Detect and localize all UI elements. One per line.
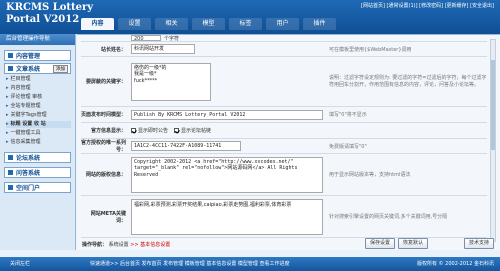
notice-checkbox-2[interactable]: 显示论坛帖链 [174, 127, 211, 134]
header-bar: KRCMS Lottery Portal V2012 [网站首页] [通常设置(… [0, 0, 500, 34]
main-tabs: 内容 设置 相关 模型 标签 用户 插件 [81, 18, 340, 30]
reset-button[interactable]: 恢复默认 [398, 238, 428, 249]
arrow-icon: ▸ [6, 112, 9, 118]
breadcrumb-separator: >> [130, 242, 139, 248]
sidebar-group-qa[interactable]: 问答系统 [4, 167, 71, 178]
square-icon [8, 155, 13, 160]
sidebar-group-label: 文章系统 [16, 66, 41, 73]
sidebar: 后台管理操作导航 内容管理 文章系统 添加 ▸ 栏目管理 ▸ 内容管理 ▸ 评论管理 审… [0, 34, 76, 250]
top-links[interactable]: [网站首页] [通常设置(1)] [修改密码] [更新缓存] [安全退出] [361, 2, 494, 9]
vertical-scrollbar[interactable] [490, 39, 496, 242]
tab-content[interactable]: 内容 [81, 18, 114, 30]
filter-hint: 说明：过滤字符设定规则为: 要过滤的字符=过滤后的字符，每个过滤字符用回车分割开… [329, 74, 487, 88]
filter-label: 要屏蔽的关键字： [85, 79, 126, 85]
sidebar-group-label: 内容管理 [16, 53, 41, 60]
sidebar-item-comments[interactable]: ▸ 评论管理 审核 [6, 94, 71, 101]
footer-input[interactable]: Publish By KRCMS Lottery Portal V2012 [131, 109, 323, 120]
sidebar-group-space[interactable]: 空间门户 [4, 182, 71, 193]
sidebar-group-label: 空间门户 [16, 185, 41, 192]
arrow-icon: ▸ [6, 94, 9, 100]
sidebar-group-article[interactable]: 文章系统 添加 [4, 63, 71, 74]
sidebar-item-collect[interactable]: ▸ 信息采集管理 [6, 139, 71, 146]
site-name-hint: 可在模板里使用{$WebMaster}调用 [329, 46, 412, 53]
copyright-hint: 用于显示网站版本等，支持html语法 [329, 172, 411, 178]
filter-textarea[interactable]: 络伤的一级*的 我是一级* fuck***** [131, 62, 211, 101]
save-button[interactable]: 保存设置 [365, 238, 395, 249]
row-footer: 页面发布时间模型： Publish By KRCMS Lottery Porta… [81, 107, 487, 123]
tab-users[interactable]: 用户 [266, 18, 299, 30]
arrow-icon: ▸ [6, 103, 9, 109]
close-left-panel-link[interactable]: 关闭左栏 [10, 257, 30, 271]
row-serial: 官方授权的唯一系列号： 1A1C2-4CC11-7422F-A1089-1174… [81, 139, 487, 154]
settings-form: 200 个字符 站长姓名： 科讯网站开发 可在模板里使用{$WebMaster}调… [77, 34, 500, 250]
tab-plugins[interactable]: 插件 [303, 18, 336, 30]
checkbox-icon [131, 128, 136, 133]
sidebar-item-tools[interactable]: ▸ 一键管理工具 [6, 130, 71, 137]
footer-hint: 填写"0"将不显示 [329, 112, 367, 118]
scrollbar-thumb[interactable] [491, 60, 495, 150]
sidebar-group-forum[interactable]: 论坛系统 [4, 152, 71, 163]
top-value-hint: 个字符 [164, 35, 180, 42]
top-value-input[interactable]: 200 [131, 35, 161, 42]
square-icon [8, 53, 13, 58]
sidebar-item-topics[interactable]: ▸ 全站专题管理 [6, 103, 71, 110]
square-icon [8, 66, 13, 71]
sidebar-group-label: 论坛系统 [16, 155, 41, 162]
row-copyright: 网站的版权信息： Copyright 2002-2012 <a href="ht… [81, 154, 487, 196]
row-top: 200 个字符 [81, 35, 487, 42]
square-icon [8, 185, 13, 190]
site-name-label: 站长姓名： [100, 46, 126, 53]
sidebar-item-site[interactable]: ▸ 标题 设置 收 站 [6, 121, 71, 128]
sidebar-item-tags[interactable]: ▸ 关键字Tags管理 [6, 112, 71, 119]
sidebar-item-content[interactable]: ▸ 内容管理 [6, 85, 71, 92]
copyright-textarea[interactable]: Copyright 2002-2012 <a href="http://www.… [131, 156, 323, 193]
notice-checkbox-1[interactable]: 显示即时公告 [131, 127, 168, 134]
footer-bar: 关闭左栏 快速通道>> 后台首页 发布首页 发布管理 模板管理 基本信息设置 模… [0, 257, 500, 271]
add-badge[interactable]: 添加 [53, 65, 68, 73]
arrow-icon: ▸ [6, 85, 9, 91]
serial-input[interactable]: 1A1C2-4CC11-7422F-A1089-11741 [131, 141, 241, 151]
serial-hint: 免费版请填写"0" [329, 143, 367, 150]
arrow-icon: ▸ [6, 139, 9, 145]
row-meta: 网站META关键词： 福彩网,彩票预测,彩票开奖结果,caipiao,彩票走势图… [81, 196, 487, 238]
tab-labels[interactable]: 标签 [229, 18, 262, 30]
footer-label: 页面发布时间模型： [81, 112, 127, 118]
tab-models[interactable]: 模型 [192, 18, 225, 30]
breadcrumb-link-system[interactable]: 系统设置 [109, 242, 129, 248]
notice-label: 官方信息显示： [90, 128, 126, 134]
operation-bar: 操作导航： 系统设置 >> 基本信息设置 保存设置 恢复默认 技术支持 [82, 238, 500, 250]
breadcrumb: 操作导航： 系统设置 >> 基本信息设置 [82, 241, 170, 248]
serial-label: 官方授权的唯一系列号： [81, 140, 127, 153]
sidebar-group-content[interactable]: 内容管理 [4, 50, 71, 61]
arrow-icon: ▸ [6, 130, 9, 136]
copyright-text: 版权所有 © 2002-2012 金石科讯 [416, 261, 494, 267]
tab-settings[interactable]: 设置 [118, 18, 151, 30]
meta-hint: 针对搜索引擎设置的网页关键词,多个关键词用,号分隔 [329, 214, 448, 220]
meta-label: 网站META关键词： [90, 210, 126, 224]
row-notice: 官方信息显示： 显示即时公告 显示论坛帖链 [81, 123, 487, 139]
breadcrumb-prefix: 操作导航： [82, 242, 108, 248]
tab-related[interactable]: 相关 [155, 18, 188, 30]
sidebar-group-label: 问答系统 [16, 170, 41, 177]
arrow-icon: ▸ [6, 76, 9, 82]
site-name-input[interactable]: 科讯网站开发 [131, 44, 195, 54]
breadcrumb-current: 基本信息设置 [140, 242, 171, 248]
quick-links[interactable]: 快速通道>> 后台首页 发布首页 发布管理 模板管理 基本信息设置 模型管理 查… [90, 257, 290, 271]
sidebar-item-columns[interactable]: ▸ 栏目管理 [6, 76, 71, 83]
arrow-icon: ▸ [6, 121, 9, 127]
support-button[interactable]: 技术支持 [464, 238, 494, 249]
checkbox-icon [174, 128, 180, 133]
square-icon [8, 170, 13, 175]
meta-textarea[interactable]: 福彩网,彩票预测,彩票开奖结果,caipiao,彩票走势图,福利彩票,体育彩票 [131, 198, 323, 235]
row-filter: 要屏蔽的关键字： 络伤的一级*的 我是一级* fuck***** 说明：过滤字符… [81, 57, 487, 107]
sidebar-header: 后台管理操作导航 [0, 34, 75, 45]
row-site-name: 站长姓名： 科讯网站开发 可在模板里使用{$WebMaster}调用 [81, 42, 487, 57]
copyright-label: 网站的版权信息： [85, 172, 126, 178]
logo-line1: KRCMS Lottery [6, 2, 94, 13]
